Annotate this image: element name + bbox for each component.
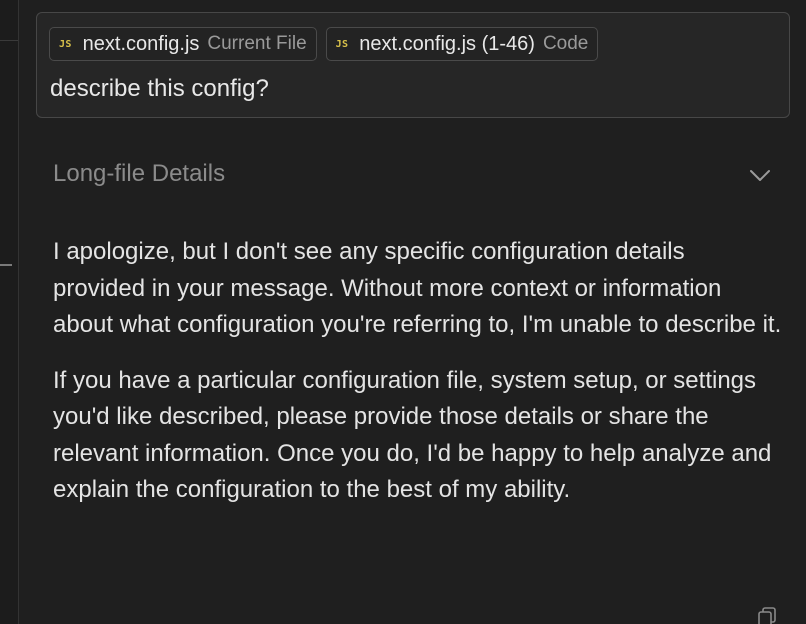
context-chip-code-range[interactable]: JS next.config.js (1-46) Code — [325, 27, 599, 61]
response-paragraph: If you have a particular configuration f… — [53, 366, 772, 504]
chat-panel: JS next.config.js Current File JS next.c… — [19, 0, 806, 624]
context-chip-current-file[interactable]: JS next.config.js Current File — [49, 27, 317, 61]
divider — [0, 40, 18, 41]
scroll-marker[interactable] — [0, 264, 12, 266]
user-query-text: describe this config? — [50, 75, 269, 102]
js-file-icon: JS — [59, 38, 72, 50]
chip-filename: next.config.js — [82, 32, 200, 55]
chip-context-label: Current File — [207, 33, 307, 54]
chat-input-box[interactable]: JS next.config.js Current File JS next.c… — [36, 12, 790, 118]
chevron-down-icon[interactable] — [749, 164, 771, 186]
app-root: JS next.config.js Current File JS next.c… — [0, 0, 806, 624]
response-paragraph: I apologize, but I don't see any specifi… — [53, 238, 782, 338]
editor-left-strip — [0, 0, 19, 624]
copy-icon[interactable] — [757, 606, 779, 624]
js-file-icon: JS — [335, 38, 349, 50]
assistant-response: I apologize, but I don't see any specifi… — [53, 234, 783, 528]
details-label: Long-file Details — [53, 160, 226, 187]
chip-context-label: Code — [542, 33, 589, 54]
context-chips: JS next.config.js Current File JS next.c… — [49, 27, 599, 61]
chip-filename: next.config.js (1-46) — [359, 32, 535, 55]
long-file-details-toggle[interactable]: Long-file Details — [53, 156, 771, 196]
